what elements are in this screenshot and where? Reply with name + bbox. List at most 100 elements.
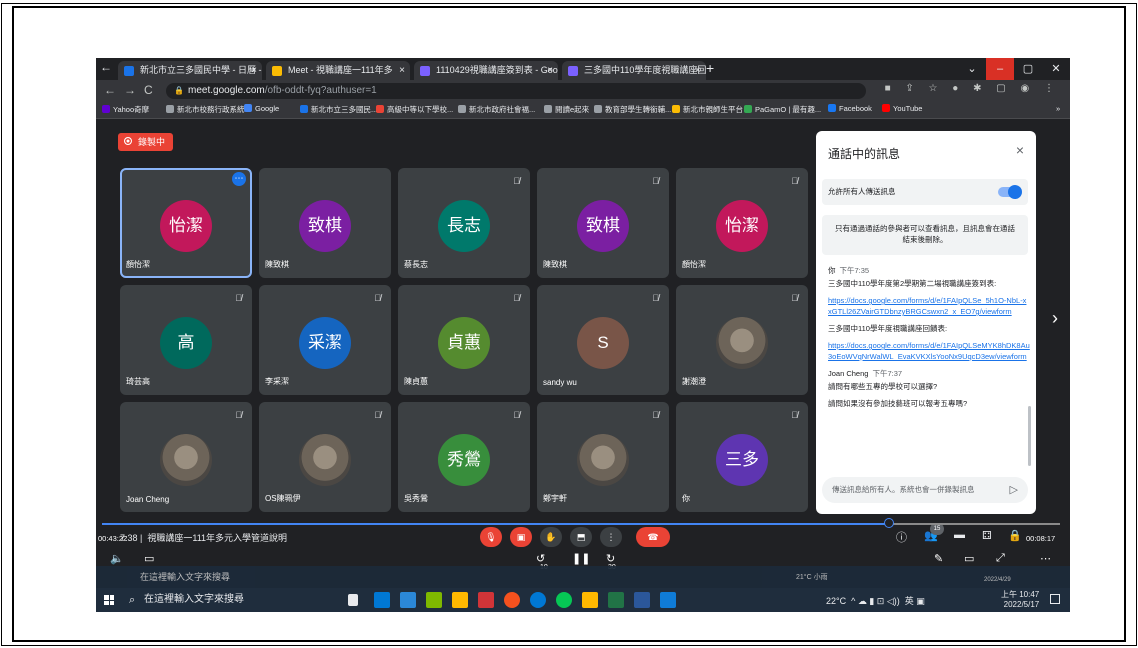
app-icon[interactable] <box>660 592 676 608</box>
bookmark-item[interactable]: 新北市親師生平台 <box>672 104 743 115</box>
participant-tile[interactable]: OS陳珮伊 🎙̸ <box>259 402 391 512</box>
browser-tab[interactable]: 新北市立三多國民中學 - 日曆 - 2 × <box>118 61 262 80</box>
tile-more-options-icon[interactable]: ⋯ <box>232 172 246 186</box>
task-view-icon[interactable] <box>348 594 358 606</box>
tab-favicon <box>420 66 430 76</box>
browser-tab[interactable]: 三多國中110學年度視職講座回 × <box>562 61 706 80</box>
mail-app-icon[interactable] <box>374 592 390 608</box>
bookmark-item[interactable]: Google <box>244 104 279 113</box>
tab-close-icon[interactable]: × <box>399 61 405 80</box>
browser-tab[interactable]: Meet - 視職講座一111年多 × <box>266 61 410 80</box>
word-icon[interactable] <box>634 592 650 608</box>
participant-tile[interactable]: 貞蕙 陳貞蕙 🎙̸ <box>398 285 530 395</box>
pen-icon[interactable]: ✎ <box>934 552 943 565</box>
lock-icon: 🔒 <box>174 86 184 95</box>
bookmark-item[interactable]: Facebook <box>828 104 872 113</box>
fullscreen-icon[interactable]: ⤢ <box>996 552 1005 565</box>
taskbar-clock[interactable]: 上午 10:47 2022/5/17 <box>1001 590 1039 610</box>
browser-tab[interactable]: 1110429視職講座簽到表 - Goo × <box>414 61 558 80</box>
participant-name: 李采潔 <box>265 377 289 386</box>
tab-close-icon[interactable]: × <box>695 61 701 80</box>
chat-input[interactable]: 傳送訊息給所有人。系統也會一併錄製訊息 ▷ <box>822 477 1028 503</box>
minimize-button[interactable]: – <box>986 58 1014 80</box>
participant-tile[interactable]: 鄭宇軒 🎙̸ <box>537 402 669 512</box>
participant-tile[interactable]: 高琦芸高 🎙̸ <box>120 285 252 395</box>
tab-search-icon[interactable]: ← <box>100 60 112 74</box>
todo-app-icon[interactable] <box>426 592 442 608</box>
url-path: /ofb-oddt-fyq?authuser=1 <box>264 85 377 96</box>
excel-icon[interactable] <box>608 592 624 608</box>
bookmark-item[interactable]: PaGamO | 最有趣... <box>744 104 821 115</box>
pinned-app-icon[interactable] <box>478 592 494 608</box>
video-progress-remaining[interactable] <box>889 523 1060 525</box>
tab-close-icon[interactable]: × <box>547 61 553 80</box>
participant-tile[interactable]: Joan Cheng 🎙̸ <box>120 402 252 512</box>
bookmark-item[interactable]: YouTube <box>882 104 922 113</box>
bookmark-item[interactable]: 閱讀e起來 <box>544 104 589 115</box>
next-slide-arrow-icon[interactable]: › <box>1052 308 1058 329</box>
system-tray[interactable]: 22°C ^ ☁ ▮ ⊡ ◁)) 英 ▣ <box>826 594 925 607</box>
pause-icon[interactable]: ❚❚ <box>572 552 590 565</box>
raise-hand-button[interactable]: ✋ <box>540 527 562 547</box>
bookmark-item[interactable]: 高級中等以下學校... <box>376 104 453 115</box>
windows-start-icon[interactable] <box>104 595 114 605</box>
leave-call-button[interactable]: ☎ <box>636 527 670 547</box>
participant-tile[interactable]: 怡潔 顏怡潔 🎙̸ <box>676 168 808 278</box>
participant-tile[interactable]: 采潔 李采潔 🎙̸ <box>259 285 391 395</box>
participant-tile[interactable]: 三多你 🎙̸ <box>676 402 808 512</box>
participant-tile[interactable]: 致棋 陳致棋 <box>259 168 391 278</box>
activities-icon[interactable]: ⚃ <box>982 529 992 542</box>
camera-off-button[interactable]: ▣ <box>510 527 532 547</box>
player-more-icon[interactable]: ⋯ <box>1040 552 1051 565</box>
video-scrubber-handle[interactable] <box>884 518 894 528</box>
edge-icon[interactable] <box>530 592 546 608</box>
address-bar[interactable]: 🔒 meet.google.com/ofb-oddt-fyq?authuser=… <box>166 83 866 99</box>
mic-muted-icon: 🎙̸ <box>652 293 659 303</box>
chrome-icon[interactable] <box>504 592 520 608</box>
new-tab-button[interactable]: + <box>706 60 714 76</box>
mic-off-button[interactable]: 🎙 <box>480 527 502 547</box>
send-icon[interactable]: ▷ <box>1010 477 1018 503</box>
reload-icon[interactable]: C <box>144 83 153 97</box>
chat-link[interactable]: https://docs.google.com/forms/d/e/1FAIpQ… <box>828 295 1030 317</box>
notification-icon[interactable] <box>1050 594 1060 604</box>
participant-tile[interactable]: Ssandy wu 🎙̸ <box>537 285 669 395</box>
video-progress-played[interactable] <box>102 523 889 525</box>
captions-icon[interactable]: ▭ <box>144 552 154 565</box>
forward-arrow-icon[interactable]: → <box>124 83 136 97</box>
close-window-button[interactable]: ✕ <box>1042 58 1070 80</box>
participant-tile[interactable]: 怡潔 顏怡潔 ⋯ <box>120 168 252 278</box>
tab-close-icon[interactable]: × <box>251 61 257 80</box>
allow-messages-toggle[interactable] <box>998 185 1022 199</box>
chat-link[interactable]: https://docs.google.com/forms/d/e/1FAIpQ… <box>828 340 1030 362</box>
participant-tile[interactable]: 秀鶯 吳秀鶯 🎙̸ <box>398 402 530 512</box>
volume-icon[interactable]: 🔈 <box>110 552 124 565</box>
chat-scrollbar[interactable] <box>1028 406 1031 466</box>
bookmark-item[interactable]: 新北市校務行政系統 <box>166 104 245 115</box>
line-icon[interactable] <box>556 592 572 608</box>
present-button[interactable]: ⬒ <box>570 527 592 547</box>
host-controls-icon[interactable]: 🔒 <box>1008 529 1022 542</box>
participant-tile[interactable]: 致棋 陳致棋 🎙̸ <box>537 168 669 278</box>
close-icon[interactable]: × <box>1016 142 1024 158</box>
screen-icon[interactable]: ▭ <box>964 552 974 565</box>
bookmarks-more-button[interactable]: » <box>1056 104 1060 113</box>
bookmark-item[interactable]: 教育部學生轉銜輔... <box>594 104 671 115</box>
maximize-button[interactable]: ▢ <box>1014 58 1042 80</box>
more-options-button[interactable]: ⋮ <box>600 527 622 547</box>
explorer-icon[interactable] <box>582 592 598 608</box>
participant-tile[interactable]: 謝潮澄 🎙̸ <box>676 285 808 395</box>
bookmark-item[interactable]: 新北市政府社會福... <box>458 104 535 115</box>
chat-time: 下午7:37 <box>872 369 903 378</box>
info-icon[interactable]: ⓘ <box>896 529 907 545</box>
file-explorer-icon[interactable] <box>452 592 468 608</box>
bookmark-item[interactable]: 新北市立三多國民... <box>300 104 377 115</box>
tab-list-chevron-icon[interactable]: ⌄ <box>958 58 986 80</box>
bookmark-item[interactable]: Yahoo奇摩 <box>102 104 149 115</box>
back-arrow-icon[interactable]: ← <box>104 83 116 97</box>
chat-icon[interactable]: ▬ <box>954 529 965 541</box>
toolbar-icons[interactable]: ■ ⇪ ☆ ● ✱ ▢ ◉ ⋮ <box>885 83 1060 94</box>
participant-tile[interactable]: 長志 蔡長志 🎙̸ <box>398 168 530 278</box>
calendar-app-icon[interactable] <box>400 592 416 608</box>
taskbar-search[interactable]: 在這裡輸入文字來搜尋 <box>126 591 336 609</box>
